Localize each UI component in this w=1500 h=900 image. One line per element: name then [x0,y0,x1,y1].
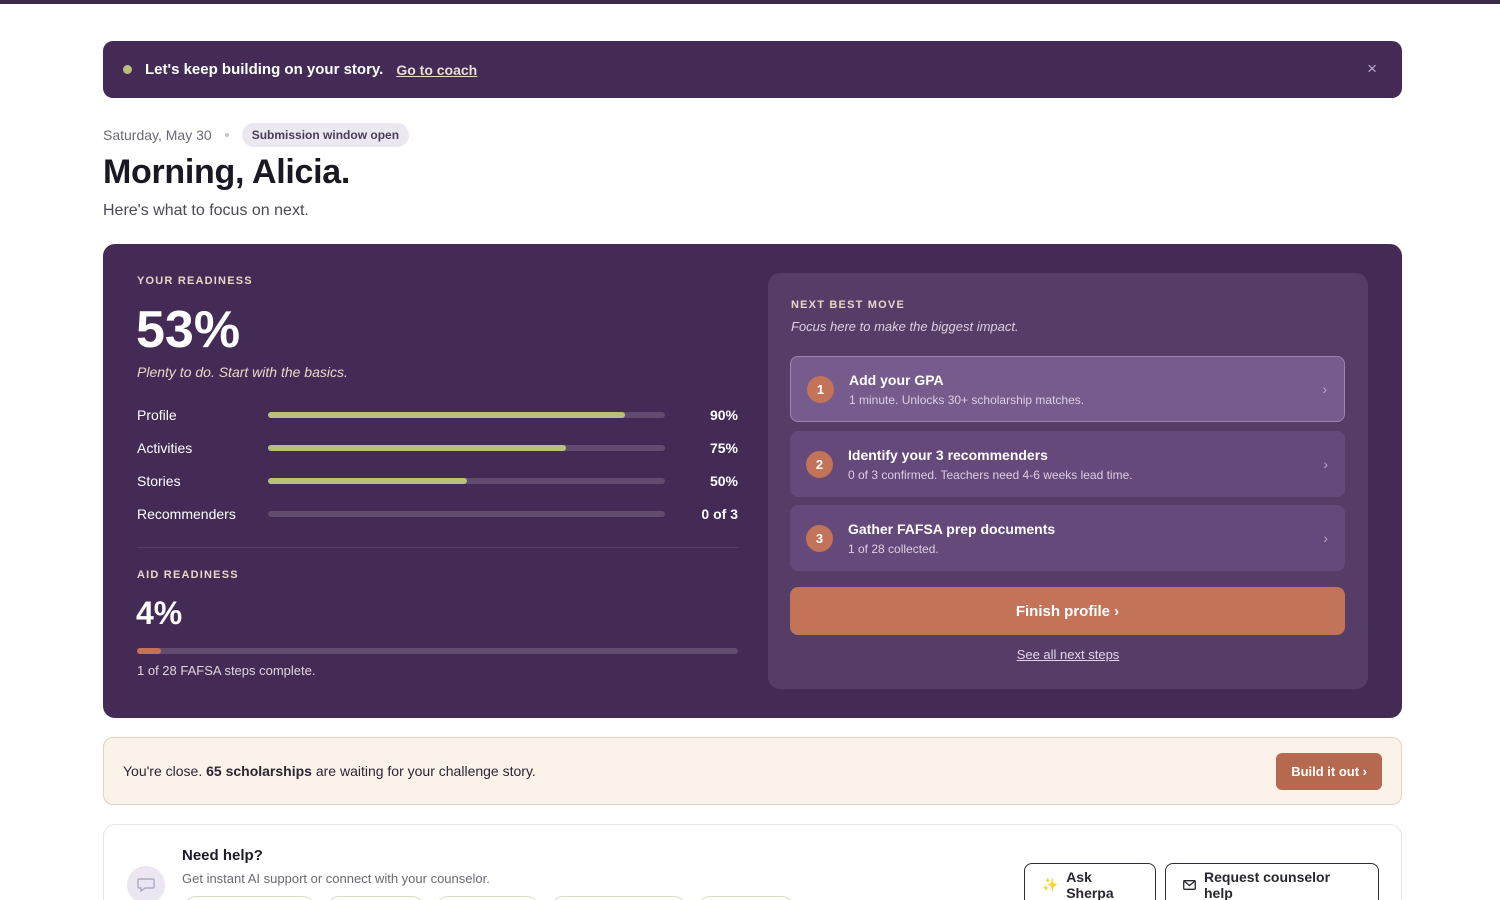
scholarship-callout: You're close. 65 scholarships are waitin… [103,737,1402,805]
scholarship-count: 65 scholarships [206,763,312,779]
readiness-label: YOUR READINESS [137,275,253,287]
scholarship-message: You're close. 65 scholarships are waitin… [123,763,536,779]
step-description: 0 of 3 confirmed. Teachers need 4-6 week… [848,467,1133,482]
chevron-right-icon: › [1323,530,1328,546]
progress-fill [268,445,566,451]
status-badge: Submission window open [241,123,410,147]
step-description: 1 of 28 collected. [848,541,939,556]
step-title: Gather FAFSA prep documents [848,520,1056,537]
ask-sherpa-button[interactable]: ✨ Ask Sherpa [1024,863,1156,900]
step-title: Identify your 3 recommenders [848,446,1048,463]
next-best-move-subtitle: Focus here to make the biggest impact. [791,319,1019,334]
date-line: Saturday, May 30 Submission window open [103,123,410,147]
divider [137,547,738,548]
scholarship-prefix: You're close. [123,763,203,779]
step-number: 1 [807,375,834,403]
progress-label: Activities [137,440,193,456]
progress-row-profile: Profile 90% [137,405,738,425]
separator-dot [224,133,229,137]
aid-readiness-label: AID READINESS [137,569,239,581]
next-step-item[interactable]: 1 Add your GPA 1 minute. Unlocks 30+ sch… [790,356,1345,422]
sparkle-icon: ✨ [1042,877,1059,892]
aid-progress-fill [137,648,162,654]
progress-value: 50% [709,473,738,489]
build-it-out-button[interactable]: Build it out › [1276,753,1382,790]
mail-icon [1183,878,1196,893]
step-title: Add your GPA [849,371,944,388]
see-all-next-steps-link[interactable]: See all next steps [768,647,1368,662]
progress-label: Recommenders [137,506,236,522]
help-title: Need help? [182,847,263,864]
close-icon[interactable]: × [1367,59,1377,79]
quick-prompt-chip[interactable] [184,896,315,900]
current-date: Saturday, May 30 [103,127,212,143]
progress-row-stories: Stories 50% [137,471,738,491]
banner-message: Let's keep building on your story. [145,61,384,78]
progress-label: Stories [137,473,181,489]
progress-value: 90% [709,407,738,423]
chevron-right-icon: › [1322,381,1327,397]
quick-prompt-chip[interactable] [327,896,424,900]
next-best-move-label: NEXT BEST MOVE [791,299,905,311]
step-description: 1 minute. Unlocks 30+ scholarship matche… [849,392,1085,407]
page-title: Morning, Alicia. [103,153,351,191]
progress-value: 0 of 3 [701,506,738,522]
coach-banner: Let's keep building on your story. Go to… [103,41,1402,98]
next-step-item[interactable]: 2 Identify your 3 recommenders 0 of 3 co… [790,431,1345,497]
next-step-item[interactable]: 3 Gather FAFSA prep documents 1 of 28 co… [790,505,1345,571]
chevron-right-icon: › [1323,456,1328,472]
request-counselor-label: Request counselor help [1204,869,1331,900]
quick-prompt-chip[interactable] [551,896,686,900]
progress-fill [268,478,467,484]
request-counselor-button[interactable]: Request counselor help [1165,863,1379,900]
quick-prompt-chip[interactable] [698,896,794,900]
progress-value: 75% [709,440,738,456]
progress-track [268,445,665,451]
step-number: 3 [806,524,833,552]
aid-readiness-note: 1 of 28 FAFSA steps complete. [137,663,316,678]
top-accent-line [0,0,1500,4]
help-subtitle: Get instant AI support or connect with y… [182,871,490,886]
progress-row-recommenders: Recommenders 0 of 3 [137,504,738,524]
aid-readiness-percent: 4% [136,595,183,631]
status-dot [123,65,132,74]
help-card: Need help? Get instant AI support or con… [103,824,1402,900]
progress-track [268,478,665,484]
quick-prompt-chip[interactable] [436,896,539,900]
readiness-percent: 53% [136,301,241,359]
next-best-move-panel: NEXT BEST MOVE Focus here to make the bi… [768,273,1368,689]
progress-label: Profile [137,407,177,423]
chat-bubble-icon [127,866,165,900]
progress-fill [268,412,626,418]
finish-profile-button[interactable]: Finish profile › [790,587,1345,635]
aid-progress-track [137,648,738,654]
readiness-card: YOUR READINESS 53% Plenty to do. Start w… [103,244,1402,718]
progress-row-activities: Activities 75% [137,438,738,458]
progress-track [268,511,665,517]
ask-sherpa-label: Ask Sherpa [1066,869,1114,900]
progress-track [268,412,665,418]
page-subtitle: Here's what to focus on next. [103,202,309,219]
scholarship-suffix: are waiting for your challenge story. [315,763,536,779]
readiness-note: Plenty to do. Start with the basics. [137,364,348,380]
step-number: 2 [806,450,833,478]
go-to-coach-link[interactable]: Go to coach [396,62,477,78]
